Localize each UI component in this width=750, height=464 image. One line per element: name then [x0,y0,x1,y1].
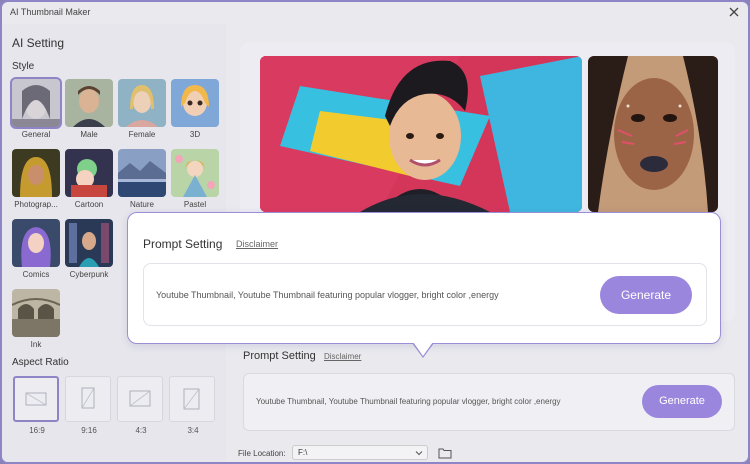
style-thumb-general [10,77,62,129]
aspect-label-3-4: 3:4 [187,426,199,435]
style-male[interactable]: Male [64,79,114,145]
style-label-male: Male [80,130,98,139]
sample-image-vlogger [260,56,582,212]
prompt-text-bg: Youtube Thumbnail, Youtube Thumbnail fea… [256,397,561,406]
aspect-16-9[interactable]: 16:9 [13,376,61,435]
style-label-comics: Comics [22,270,50,279]
aspect-box-9-16 [65,376,111,422]
aspect-3-4[interactable]: 3:4 [169,376,217,435]
style-thumb-photography [12,149,60,197]
title-bar: AI Thumbnail Maker [2,2,748,24]
aspect-label-9-16: 9:16 [81,426,97,435]
portrait-image-icon [183,388,200,410]
prompt-setting-title-bg: Prompt Setting [243,350,316,362]
style-label-ink: Ink [30,340,42,349]
aspect-box-3-4 [169,376,215,422]
file-location-select[interactable]: F:\ [292,445,428,460]
style-label-photography: Photograp... [14,200,58,209]
app-title: AI Thumbnail Maker [10,7,91,17]
prompt-setting-title: Prompt Setting [143,237,223,251]
style-label-pastel: Pastel [183,200,207,209]
chevron-down-icon [415,451,423,456]
file-location-label: File Location: [238,449,286,458]
disclaimer-link-bg[interactable]: Disclaimer [324,352,361,361]
sample-image-portrait [588,56,718,212]
style-cyberpunk[interactable]: Cyberpunk [64,219,114,285]
style-thumb-cyberpunk [65,219,113,267]
prompt-text: Youtube Thumbnail, Youtube Thumbnail fea… [156,290,499,300]
style-nature[interactable]: Nature [117,149,167,215]
style-label-3d: 3D [189,130,201,139]
style-thumb-ink [12,289,60,337]
style-photography[interactable]: Photograp... [11,149,61,215]
aspect-9-16[interactable]: 9:16 [65,376,113,435]
style-thumb-3d [171,79,219,127]
portrait-image-icon [81,387,95,409]
generate-button[interactable]: Generate [600,276,692,314]
file-location-value: F:\ [298,448,308,457]
style-thumb-comics [12,219,60,267]
style-thumb-cartoon [65,149,113,197]
style-label-cyberpunk: Cyberpunk [69,270,109,279]
landscape-image-icon [129,390,151,407]
style-thumb-pastel [171,149,219,197]
style-thumb-nature [118,149,166,197]
style-pastel[interactable]: Pastel [170,149,220,215]
style-thumb-female [118,79,166,127]
aspect-label-4-3: 4:3 [135,426,147,435]
prompt-input[interactable]: Youtube Thumbnail, Youtube Thumbnail fea… [143,263,707,326]
style-label-nature: Nature [129,200,154,209]
aspect-4-3[interactable]: 4:3 [117,376,165,435]
style-label-female: Female [128,130,156,139]
style-cartoon[interactable]: Cartoon [64,149,114,215]
aspect-ratio-label: Aspect Ratio [12,357,69,368]
style-label: Style [12,61,35,72]
style-label-general: General [21,130,51,139]
close-icon[interactable] [726,4,742,20]
ai-setting-title: AI Setting [12,36,65,50]
aspect-box-16-9 [13,376,59,422]
landscape-image-icon [25,392,47,406]
aspect-label-16-9: 16:9 [29,426,45,435]
generate-button-bg[interactable]: Generate [642,385,722,418]
popup-arrow-fill [413,342,433,356]
style-comics[interactable]: Comics [11,219,61,285]
prompt-input-bg[interactable]: Youtube Thumbnail, Youtube Thumbnail fea… [243,373,735,431]
style-label-cartoon: Cartoon [74,200,104,209]
aspect-box-4-3 [117,376,163,422]
folder-icon[interactable] [438,446,452,459]
style-female[interactable]: Female [117,79,167,145]
style-3d[interactable]: 3D [170,79,220,145]
app-window: AI Thumbnail Maker AI Setting Style Gene… [0,0,750,464]
disclaimer-link[interactable]: Disclaimer [236,239,278,249]
style-ink[interactable]: Ink [11,289,61,355]
style-thumb-male [65,79,113,127]
style-general[interactable]: General [10,77,62,145]
prompt-setting-popup: Prompt Setting Disclaimer Youtube Thumbn… [127,212,721,344]
